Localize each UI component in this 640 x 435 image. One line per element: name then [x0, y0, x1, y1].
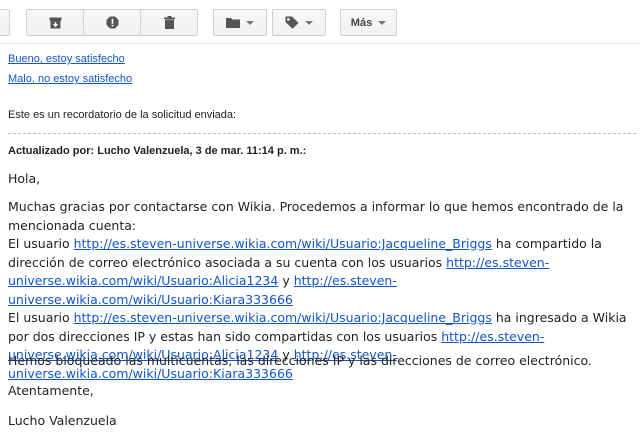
archive-button[interactable] — [26, 9, 84, 36]
survey-good-link[interactable]: Bueno, estoy satisfecho — [8, 53, 125, 66]
user-link-jacqueline[interactable]: http://es.steven-universe.wikia.com/wiki… — [74, 236, 492, 251]
reminder-text: Este es un recordatorio de la solicitud … — [8, 109, 237, 121]
chevron-down-icon — [378, 20, 387, 25]
message-intro: Muchas gracias por contactarse con Wikia… — [8, 199, 624, 233]
update-author-line: Actualizado por: Lucho Valenzuela, 3 de … — [8, 145, 307, 157]
message-closing: Atentamente, — [8, 383, 94, 398]
text-fragment: El usuario — [8, 310, 70, 325]
more-button[interactable]: Más — [340, 9, 397, 36]
delete-button[interactable] — [140, 9, 198, 36]
chevron-down-icon — [305, 20, 313, 25]
message-paragraph-ip: El usuario http://es.steven-universe.wik… — [8, 309, 636, 383]
more-label: Más — [350, 16, 373, 29]
report-spam-button[interactable] — [83, 9, 141, 36]
link-part: Alicia1234 — [213, 273, 279, 288]
move-to-button[interactable] — [213, 9, 267, 36]
tag-icon — [285, 16, 299, 29]
labels-button[interactable] — [272, 9, 326, 36]
survey-bad-link[interactable]: Malo, no estoy satisfecho — [8, 73, 132, 86]
dashed-divider — [8, 133, 636, 134]
message-blocked: Hemos bloqueado las multicuentas, las di… — [8, 353, 592, 368]
folder-icon — [226, 17, 240, 28]
text-fragment: El usuario — [8, 236, 70, 251]
chevron-down-icon — [246, 20, 254, 25]
archive-icon — [49, 17, 62, 29]
message-toolbar: Más — [0, 0, 640, 44]
message-greeting: Hola, — [8, 171, 41, 186]
message-paragraph-email: El usuario http://es.steven-universe.wik… — [8, 235, 636, 309]
text-fragment: y — [282, 273, 290, 288]
message-signature: Lucho Valenzuela — [8, 413, 117, 428]
trash-icon — [163, 16, 175, 29]
user-link-jacqueline[interactable]: http://es.steven-universe.wikia.com/wiki… — [74, 310, 492, 325]
report-spam-icon — [106, 16, 119, 29]
back-button-edge[interactable] — [0, 9, 10, 36]
